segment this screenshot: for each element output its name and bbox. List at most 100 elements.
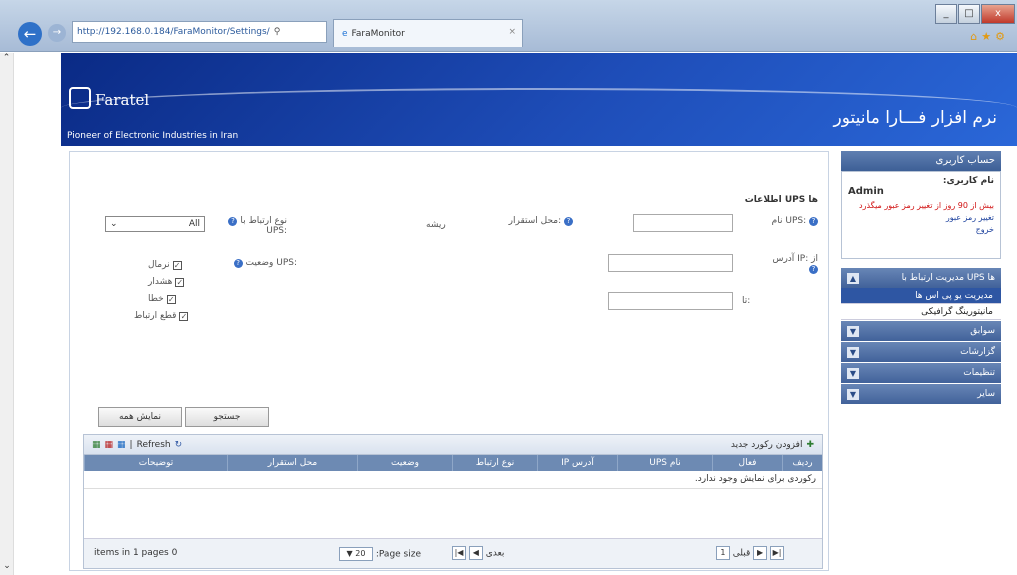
pager-prev-label[interactable]: قبلی	[733, 549, 751, 559]
status-disconnected-checkbox[interactable]: قطع ارتباط ✓	[134, 311, 189, 321]
export-word-icon[interactable]: ▦	[117, 440, 126, 450]
help-icon[interactable]: ?	[233, 259, 243, 268]
next-page-icon[interactable]: ◀	[468, 546, 483, 560]
ie-icon: e	[342, 28, 348, 39]
export-excel-icon[interactable]: ▦	[92, 440, 101, 450]
menu-section-reports-label[interactable]: گزارشات	[960, 347, 995, 357]
back-button[interactable]: ←	[18, 22, 42, 46]
forward-button[interactable]: →	[48, 24, 66, 42]
favorites-icon[interactable]: ★	[981, 30, 995, 43]
refresh-icon[interactable]: ↻	[175, 440, 183, 450]
menu-section-history[interactable]: ▼ سوابق	[841, 321, 1001, 341]
show-all-button[interactable]: نمایش همه	[98, 407, 182, 427]
scroll-up-icon[interactable]: ⌃	[0, 53, 13, 63]
user-info-box: نام کاربری: Admin بیش از 90 روز از تغییر…	[841, 171, 1001, 259]
status-disconnected-label: قطع ارتباط	[134, 311, 177, 321]
select-arrow-icon[interactable]: ⌄	[110, 219, 118, 229]
prev-page-icon[interactable]: ▶	[753, 546, 768, 560]
pager-nav-right: 1 قبلی ▶ ▶|	[715, 546, 784, 560]
col-header-ip[interactable]: آدرس IP	[537, 455, 617, 471]
menu-section-history-label[interactable]: سوابق	[970, 326, 995, 336]
expand-icon[interactable]: ▼	[847, 346, 859, 358]
check-icon[interactable]: ✓	[179, 311, 189, 321]
gear-icon[interactable]: ⚙	[995, 30, 1009, 43]
refresh-label[interactable]: Refresh	[137, 440, 171, 450]
logout-link[interactable]: خروج	[848, 225, 994, 234]
maximize-button[interactable]: □	[958, 4, 980, 24]
close-button[interactable]: x	[981, 4, 1015, 24]
page-number-box[interactable]: 1	[715, 546, 730, 560]
help-icon[interactable]: ?	[809, 265, 818, 274]
address-url[interactable]: http://192.168.0.184/FaraMonitor/Setting…	[77, 27, 270, 37]
col-header-connection[interactable]: نوع ارتباط	[452, 455, 537, 471]
col-header-ups-name[interactable]: نام UPS	[617, 455, 712, 471]
last-page-icon[interactable]: |◀	[452, 546, 466, 560]
address-bar[interactable]: http://192.168.0.184/FaraMonitor/Setting…	[72, 21, 327, 43]
ip-to-input[interactable]	[608, 292, 733, 310]
col-header-row[interactable]: ردیف	[782, 455, 822, 471]
pager-next-label[interactable]: بعدی	[486, 549, 505, 559]
expand-icon[interactable]: ▼	[847, 367, 859, 379]
help-icon[interactable]: ?	[228, 217, 238, 226]
submenu-graphic-monitoring[interactable]: مانیتورینگ گرافیکی	[841, 304, 1001, 320]
change-password-link[interactable]: تغییر رمز عبور	[848, 213, 994, 222]
collapse-icon[interactable]: ▲	[847, 272, 859, 284]
check-icon[interactable]: ✓	[175, 277, 185, 287]
ups-name-input[interactable]	[633, 214, 733, 232]
connection-select[interactable]: ⌄ All	[105, 216, 205, 232]
status-error-checkbox[interactable]: خطا ✓	[148, 294, 176, 304]
check-icon[interactable]: ✓	[172, 260, 182, 270]
scroll-down-icon[interactable]: ⌄	[0, 561, 14, 571]
status-normal-checkbox[interactable]: نرمال ✓	[148, 260, 182, 270]
menu-section-settings-label[interactable]: تنظیمات	[963, 368, 995, 378]
col-header-status[interactable]: وضعیت	[357, 455, 452, 471]
export-pdf-icon[interactable]: ▦	[105, 440, 114, 450]
expand-icon[interactable]: ▼	[847, 388, 859, 400]
ip-from-label-text: آدرس IP: از	[772, 254, 818, 264]
expand-icon[interactable]: ▼	[847, 325, 859, 337]
help-icon[interactable]: ?	[809, 217, 818, 226]
search-button[interactable]: جستجو	[185, 407, 269, 427]
menu-section-other-label[interactable]: سایر	[977, 389, 995, 399]
help-icon[interactable]: ?	[564, 217, 573, 226]
password-warning: بیش از 90 روز از تغییر رمز عبور میگذرد	[859, 201, 994, 210]
add-icon[interactable]: ✚	[806, 440, 814, 450]
root-label: ریشه	[426, 220, 446, 230]
tab-close-icon[interactable]: ×	[508, 27, 516, 37]
grid-toolbar-left: ▦ ▦ ▦ | Refresh ↻	[92, 440, 182, 450]
browser-tab[interactable]: e FaraMonitor ×	[333, 19, 523, 47]
first-page-icon[interactable]: ▶|	[770, 546, 784, 560]
col-header-location[interactable]: محل استقرار	[227, 455, 357, 471]
menu-section-settings[interactable]: ▼ تنظیمات	[841, 363, 1001, 383]
toolbar-divider: |	[129, 439, 133, 450]
home-icon[interactable]: ⌂	[970, 30, 981, 43]
vertical-scrollbar[interactable]: ⌃ ⌄	[0, 53, 14, 575]
section-title: اطلاعات UPS ها	[744, 195, 818, 205]
menu-section-ups[interactable]: ▲ مدیریت ارتباط با UPS ها	[841, 268, 1001, 288]
dropdown-arrow-icon[interactable]: ▼	[347, 549, 353, 558]
check-icon[interactable]: ✓	[166, 294, 176, 304]
menu-section-other[interactable]: ▼ سایر	[841, 384, 1001, 404]
add-record-link[interactable]: افزودن رکورد جدید ✚	[731, 440, 814, 450]
ip-from-input[interactable]	[608, 254, 733, 272]
menu-section-ups-label[interactable]: مدیریت ارتباط با UPS ها	[902, 273, 995, 283]
status-label: ? وضعیت UPS:	[217, 258, 297, 268]
submenu-ups-management[interactable]: مدیریت یو پی اس ها	[841, 288, 1001, 304]
location-label-text: محل استقرار:	[508, 216, 562, 226]
browser-titlebar: ← → http://192.168.0.184/FaraMonitor/Set…	[0, 0, 1017, 52]
menu-section-reports[interactable]: ▼ گزارشات	[841, 342, 1001, 362]
page-size-select[interactable]: ▼ 20	[339, 547, 373, 561]
status-warning-checkbox[interactable]: هشدار ✓	[148, 277, 185, 287]
username-label: نام کاربری:	[942, 176, 994, 186]
col-header-active[interactable]: فعال	[712, 455, 782, 471]
search-icon[interactable]: ⚲	[274, 27, 281, 37]
browser-toolbar-icons[interactable]: ⌂★⚙	[970, 30, 1009, 43]
minimize-button[interactable]: _	[935, 4, 957, 24]
status-error-label: خطا	[148, 294, 164, 304]
status-normal-label: نرمال	[148, 260, 170, 270]
tab-title: FaraMonitor	[351, 28, 405, 39]
grid-toolbar: ▦ ▦ ▦ | Refresh ↻ افزودن رکورد جدید ✚	[84, 435, 822, 455]
add-record-label[interactable]: افزودن رکورد جدید	[731, 440, 803, 450]
site-banner: Faratel Pioneer of Electronic Industries…	[61, 53, 1017, 146]
col-header-description[interactable]: توضیحات	[84, 455, 227, 471]
